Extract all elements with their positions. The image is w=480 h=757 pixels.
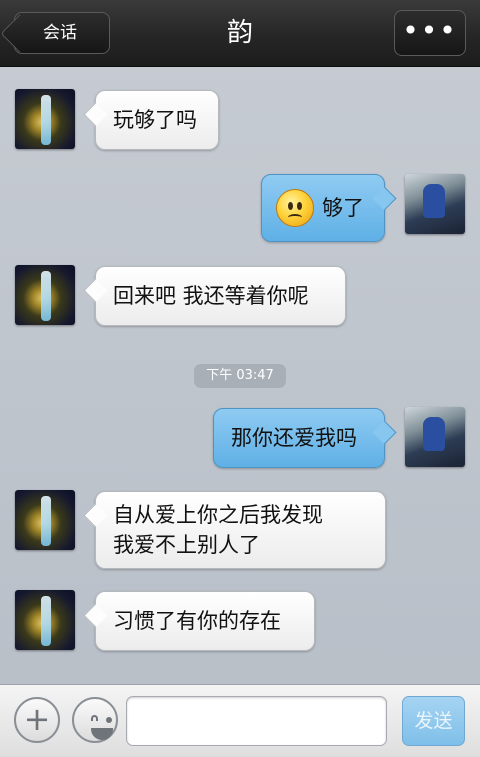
friend-avatar[interactable] (15, 265, 75, 325)
friend-avatar[interactable] (15, 89, 75, 149)
message-text: 回来吧 我还等着你呢 (113, 284, 309, 308)
timestamp-label: 下午 03:47 (194, 364, 286, 388)
emoji-button[interactable] (72, 697, 118, 743)
message-bubble-received[interactable]: 习惯了有你的存在 (95, 591, 315, 651)
message-text-line1: 自从爱上你之后我发现 (113, 503, 323, 527)
add-attachment-button[interactable]: + (14, 697, 60, 743)
more-options-button[interactable]: ••• (394, 10, 466, 56)
plus-icon: + (23, 700, 51, 738)
friend-avatar[interactable] (15, 590, 75, 650)
message-bubble-received[interactable]: 玩够了吗 (95, 90, 219, 150)
message-bubble-received[interactable]: 自从爱上你之后我发现 我爱不上别人了 (95, 491, 386, 569)
chat-screen: 会话 韵 ••• 玩够了吗 够了 回来吧 我还等着你呢 下午 03:47 那你还… (0, 0, 480, 757)
more-dots-icon: ••• (402, 14, 458, 47)
message-text: 习惯了有你的存在 (113, 609, 281, 633)
sad-face-emoji-icon (276, 189, 314, 227)
smiley-icon (82, 707, 113, 740)
top-nav-bar: 会话 韵 ••• (0, 0, 480, 67)
message-bubble-received[interactable]: 回来吧 我还等着你呢 (95, 266, 346, 326)
my-avatar[interactable] (405, 174, 465, 234)
message-text: 玩够了吗 (113, 108, 197, 132)
friend-avatar[interactable] (15, 490, 75, 550)
send-button[interactable]: 发送 (402, 696, 465, 746)
message-bubble-sent[interactable]: 够了 (261, 174, 385, 242)
chat-title: 韵 (226, 18, 253, 48)
message-text-line2: 我爱不上别人了 (113, 533, 260, 557)
back-button-label: 会话 (43, 23, 77, 43)
my-avatar[interactable] (405, 407, 465, 467)
message-bubble-sent[interactable]: 那你还爱我吗 (213, 408, 385, 468)
back-button[interactable]: 会话 (14, 12, 110, 54)
message-input[interactable] (126, 696, 387, 746)
message-text: 那你还爱我吗 (231, 426, 357, 450)
message-input-bar: + 发送 (0, 684, 480, 757)
message-text: 够了 (322, 196, 364, 220)
